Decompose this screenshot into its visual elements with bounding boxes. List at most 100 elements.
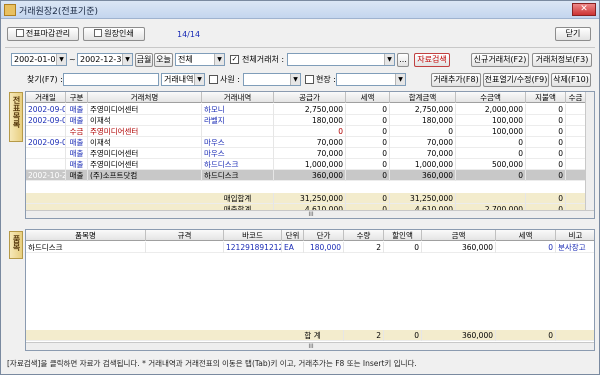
col-unit[interactable]: 단위 [282, 230, 304, 241]
col-tax[interactable]: 세액 [346, 92, 390, 103]
col-kind[interactable]: 구분 [66, 92, 88, 103]
print-button[interactable]: 원장인쇄 [83, 27, 145, 41]
slip-cell-kind: 수금 [66, 126, 88, 137]
item-row[interactable]: 하드디스크 121291891212 EA 180,000 2 0 360,00… [26, 242, 594, 253]
summary-cell-supply: 31,250,000 [274, 193, 346, 204]
slip-row[interactable]: 매출 주영미디어센터 하드디스크 1,000,000 0 1,000,000 500,000… [26, 159, 586, 170]
date-from-field[interactable]: 2002-01-01 ▼ [11, 53, 67, 66]
client-select[interactable]: ▼ [287, 53, 395, 66]
col-spec[interactable]: 규격 [146, 230, 224, 241]
today-button[interactable]: 오늘 [154, 53, 173, 67]
slip-cell-supply: 360,000 [274, 170, 346, 181]
detail-select[interactable]: 거래내역 ▼ [161, 73, 205, 86]
slip-cell-recv: 0 [456, 148, 526, 159]
col-supply[interactable]: 공급가 [274, 92, 346, 103]
slip-cell-date: 2002-09-01 [26, 104, 66, 115]
slip-vertical-scrollbar[interactable] [585, 92, 594, 210]
open-slip-button[interactable]: 전표열기/수정(F9) [483, 73, 549, 87]
site-select[interactable]: ▼ [336, 73, 406, 86]
find-label: 찾기(F7) : [27, 75, 63, 84]
all-clients-label: 전체거래처 : [242, 55, 285, 64]
status-bar: [자료검색]을 클릭하면 자료가 검색됩니다. * 거래내역과 거래전표의 이동… [7, 359, 417, 368]
slip-cell-kind: 매출 [66, 137, 88, 148]
slip-close-label: 전표마감관리 [25, 29, 71, 38]
slip-cell-recv: 0 [456, 137, 526, 148]
slip-cell-supply: 2,750,000 [274, 104, 346, 115]
slip-row[interactable]: 2002-09-05매출이재석라벨지180,0000180,000100,000… [26, 115, 586, 126]
slip-cell-date: 2002-09-05 [26, 115, 66, 126]
slip-cell-client: 이재석 [88, 115, 202, 126]
slip-cell-total: 1,000,000 [390, 159, 456, 170]
col-barcode[interactable]: 바코드 [224, 230, 282, 241]
slip-horizontal-scrollbar[interactable]: III [26, 210, 594, 218]
slip-cell-tax: 0 [346, 126, 390, 137]
new-client-button[interactable]: 신규거래처(F2) [471, 53, 529, 67]
page-indicator: 14/14 [177, 30, 201, 39]
slip-row[interactable]: 2002-09-06매출이재석마우스70,000070,00000 [26, 137, 586, 148]
col-item-tax[interactable]: 세액 [496, 230, 556, 241]
slip-cell-date: 2002-10-23 [26, 170, 66, 181]
window-close-button[interactable]: ✕ [572, 3, 596, 16]
col-item-name[interactable]: 품목명 [26, 230, 146, 241]
client-info-button[interactable]: 거래처정보(F3) [532, 53, 592, 67]
col-total[interactable]: 합계금액 [390, 92, 456, 103]
slip-cell-kind: 매출 [66, 159, 88, 170]
delete-button[interactable]: 삭제(F10) [551, 73, 591, 87]
add-transaction-button[interactable]: 거래추가(F8) [431, 73, 481, 87]
divider [5, 47, 595, 48]
slip-row[interactable]: 수금 주영미디어센터 0 0 0 100,000 0 [26, 126, 586, 137]
slip-cell-paid: 0 [526, 126, 566, 137]
slip-cell-recv: 0 [456, 170, 526, 181]
col-client[interactable]: 거래처명 [88, 92, 202, 103]
item-horizontal-scrollbar[interactable]: III [26, 342, 594, 350]
client-lookup-button[interactable]: ... [397, 53, 409, 67]
slip-cell-client: 이재석 [88, 137, 202, 148]
slip-cell-total: 360,000 [390, 170, 456, 181]
col-paid[interactable]: 지불액 [526, 92, 566, 103]
col-amount[interactable]: 금액 [422, 230, 496, 241]
item-unit: EA [282, 242, 304, 253]
col-price[interactable]: 단가 [304, 230, 344, 241]
col-date[interactable]: 거래일 [26, 92, 66, 103]
summary-cell-tax: 0 [346, 193, 390, 204]
employee-checkbox[interactable] [209, 75, 218, 84]
checklist-icon [15, 29, 24, 37]
all-clients-checkbox[interactable]: ✓ [230, 55, 239, 64]
col-note[interactable]: 비고 [556, 230, 594, 241]
summary-cell-total: 31,250,000 [390, 193, 456, 204]
item-spec [146, 242, 224, 253]
search-button[interactable]: 자료검색 [414, 53, 450, 67]
col-receipt[interactable]: 수금 [566, 92, 586, 103]
window-title: 거래원장2(전표기준) [19, 7, 98, 17]
slip-cell-kind: 매출 [66, 170, 88, 181]
chevron-down-icon: ▼ [194, 74, 204, 85]
col-desc[interactable]: 거래내역 [202, 92, 274, 103]
employee-select[interactable]: ▼ [243, 73, 301, 86]
tab-slip-list[interactable]: 전표목록 [9, 92, 23, 142]
slip-summary-row: 매입합계 31,250,000 0 31,250,000 0 [26, 193, 586, 204]
slip-cell-desc: 하모니 [202, 104, 274, 115]
this-month-button[interactable]: 금월 [135, 53, 153, 67]
slip-row[interactable]: 매출 주영미디어센터 마우스 70,000 0 70,000 0 0 [26, 148, 586, 159]
chevron-down-icon: ▼ [56, 54, 66, 65]
slip-row[interactable]: 2002-10-23매출(주)소프트닷컴하드디스크360,0000360,000… [26, 170, 586, 181]
printer-icon [94, 29, 103, 37]
item-total-label: 합 계 [282, 330, 344, 341]
type-select[interactable]: 전체 ▼ [175, 53, 225, 66]
slip-close-button[interactable]: 전표마감관리 [7, 27, 79, 41]
date-to-field[interactable]: 2002-12-31 ▼ [77, 53, 133, 66]
item-price: 180,000 [304, 242, 344, 253]
slip-row[interactable]: 2002-09-01매출주영미디어센터하모니2,750,00002,750,00… [26, 104, 586, 115]
item-qty: 2 [344, 242, 384, 253]
col-qty[interactable]: 수량 [344, 230, 384, 241]
find-input[interactable] [63, 73, 159, 86]
site-checkbox[interactable] [305, 75, 314, 84]
col-received[interactable]: 수금액 [456, 92, 526, 103]
slip-cell-total: 180,000 [390, 115, 456, 126]
close-button[interactable]: 닫기 [555, 27, 591, 41]
site-label: 현장 : [316, 75, 336, 84]
col-discount[interactable]: 할인액 [384, 230, 422, 241]
tab-items[interactable]: 품목 [9, 231, 23, 259]
slip-cell-supply: 70,000 [274, 137, 346, 148]
item-total-tax: 0 [496, 330, 556, 341]
